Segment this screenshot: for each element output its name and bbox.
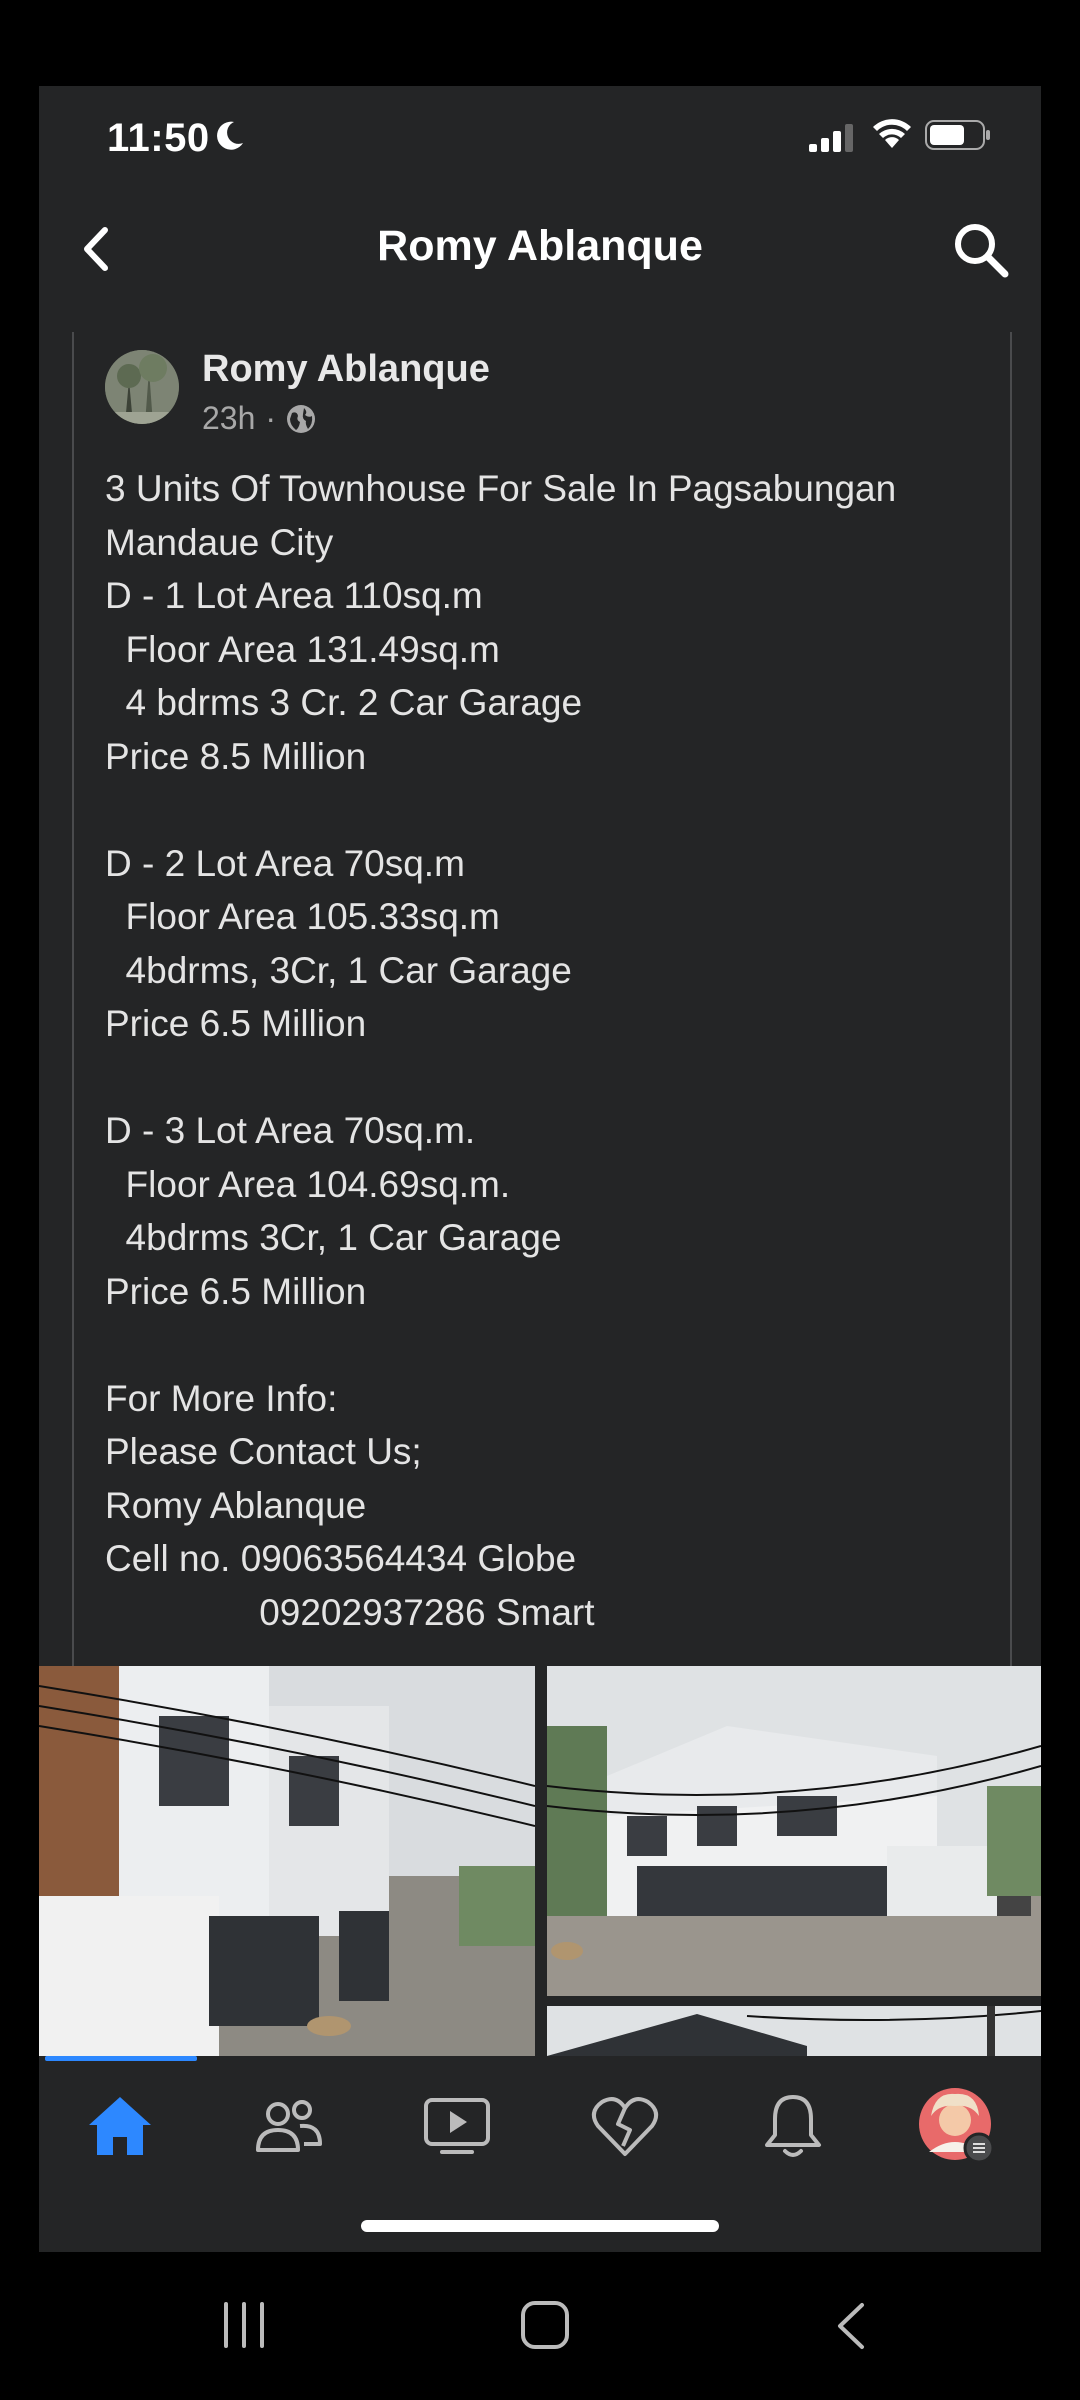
tab-dating[interactable] bbox=[585, 2086, 665, 2166]
post-text-line: 4bdrms 3Cr, 1 Car Garage bbox=[105, 1217, 562, 1258]
battery-icon bbox=[925, 120, 990, 150]
post-text-line: Romy Ablanque bbox=[105, 1484, 367, 1526]
post-text-line: D - 1 Lot Area 110sq.m bbox=[105, 575, 483, 616]
post-text-line: Price 6.5 Million bbox=[105, 1270, 367, 1312]
public-globe-icon bbox=[287, 404, 316, 433]
page-header: Romy Ablanque bbox=[39, 204, 1041, 294]
post-text-line: Cell no. 09063564434 Globe bbox=[105, 1538, 577, 1579]
post-text-line: 09202937286 Smart bbox=[105, 1591, 595, 1633]
avatar-image bbox=[105, 350, 179, 424]
wifi-icon bbox=[873, 119, 911, 148]
post-text-line: Price 8.5 Million bbox=[105, 735, 367, 777]
post-text-line: D - 2 Lot Area 70sq.m bbox=[105, 842, 465, 884]
photo-townhouse-3[interactable] bbox=[547, 2006, 1041, 2056]
post-text-line: Floor Area 105.33sq.m bbox=[105, 896, 500, 937]
post-card: Romy Ablanque 23h · 3 Units Of Townhouse… bbox=[72, 332, 1012, 1752]
post-author[interactable]: Romy Ablanque bbox=[202, 348, 490, 391]
post-text: 3 Units Of Townhouse For Sale In Pagsabu… bbox=[105, 462, 1005, 1639]
back-button-icon[interactable] bbox=[834, 2302, 868, 2350]
tab-home[interactable] bbox=[80, 2086, 160, 2166]
post-text-line: D - 3 Lot Area 70sq.m. bbox=[105, 1110, 476, 1151]
post-text-line: 4bdrms, 3Cr, 1 Car Garage bbox=[105, 949, 572, 991]
tab-friends[interactable] bbox=[249, 2086, 329, 2166]
active-tab-indicator bbox=[45, 2056, 197, 2061]
home-icon bbox=[89, 2097, 151, 2155]
moon-icon bbox=[217, 121, 243, 150]
post-text-line bbox=[105, 1318, 1005, 1372]
post-text-line: 4 bdrms 3 Cr. 2 Car Garage bbox=[105, 682, 583, 723]
post-text-line: Price 6.5 Million bbox=[105, 1003, 367, 1044]
status-bar: 11:50 bbox=[39, 86, 1041, 196]
cellular-signal-icon bbox=[809, 124, 853, 152]
recent-apps-icon[interactable] bbox=[220, 2302, 268, 2348]
search-icon[interactable] bbox=[951, 220, 1011, 280]
app-screen: 11:50 Romy Ablanque Romy Ablanque 23h · … bbox=[39, 86, 1041, 2252]
post-text-line: Mandaue City bbox=[105, 521, 334, 563]
author-avatar[interactable] bbox=[105, 350, 179, 424]
notifications-icon bbox=[765, 2095, 821, 2157]
post-meta: 23h · bbox=[202, 400, 316, 437]
post-time[interactable]: 23h bbox=[202, 400, 255, 437]
tab-menu-profile[interactable] bbox=[917, 2086, 997, 2166]
post-text-line: Floor Area 104.69sq.m. bbox=[105, 1163, 511, 1205]
post-text-line: For More Info: bbox=[105, 1377, 338, 1419]
profile-avatar bbox=[919, 2088, 995, 2164]
photo-townhouse-2[interactable] bbox=[547, 1666, 1041, 1996]
post-text-line bbox=[105, 1051, 1005, 1105]
post-text-line bbox=[105, 783, 1005, 837]
friends-icon bbox=[256, 2100, 322, 2152]
post-photos bbox=[39, 1666, 1041, 2056]
photo-townhouse-1[interactable] bbox=[39, 1666, 535, 2056]
meta-separator: · bbox=[265, 400, 277, 436]
post-text-line: Floor Area 131.49sq.m bbox=[105, 628, 500, 670]
page-title: Romy Ablanque bbox=[377, 222, 703, 270]
tab-watch[interactable] bbox=[417, 2086, 497, 2166]
home-indicator[interactable] bbox=[361, 2220, 719, 2232]
status-time: 11:50 bbox=[107, 116, 210, 160]
post-text-line: Please Contact Us; bbox=[105, 1431, 422, 1472]
dating-icon bbox=[591, 2097, 659, 2156]
post-text-line: 3 Units Of Townhouse For Sale In Pagsabu… bbox=[105, 468, 897, 509]
system-nav-bar bbox=[0, 2252, 1080, 2400]
tab-notifications[interactable] bbox=[753, 2086, 833, 2166]
home-button-icon[interactable] bbox=[520, 2300, 570, 2350]
watch-icon bbox=[424, 2098, 490, 2154]
